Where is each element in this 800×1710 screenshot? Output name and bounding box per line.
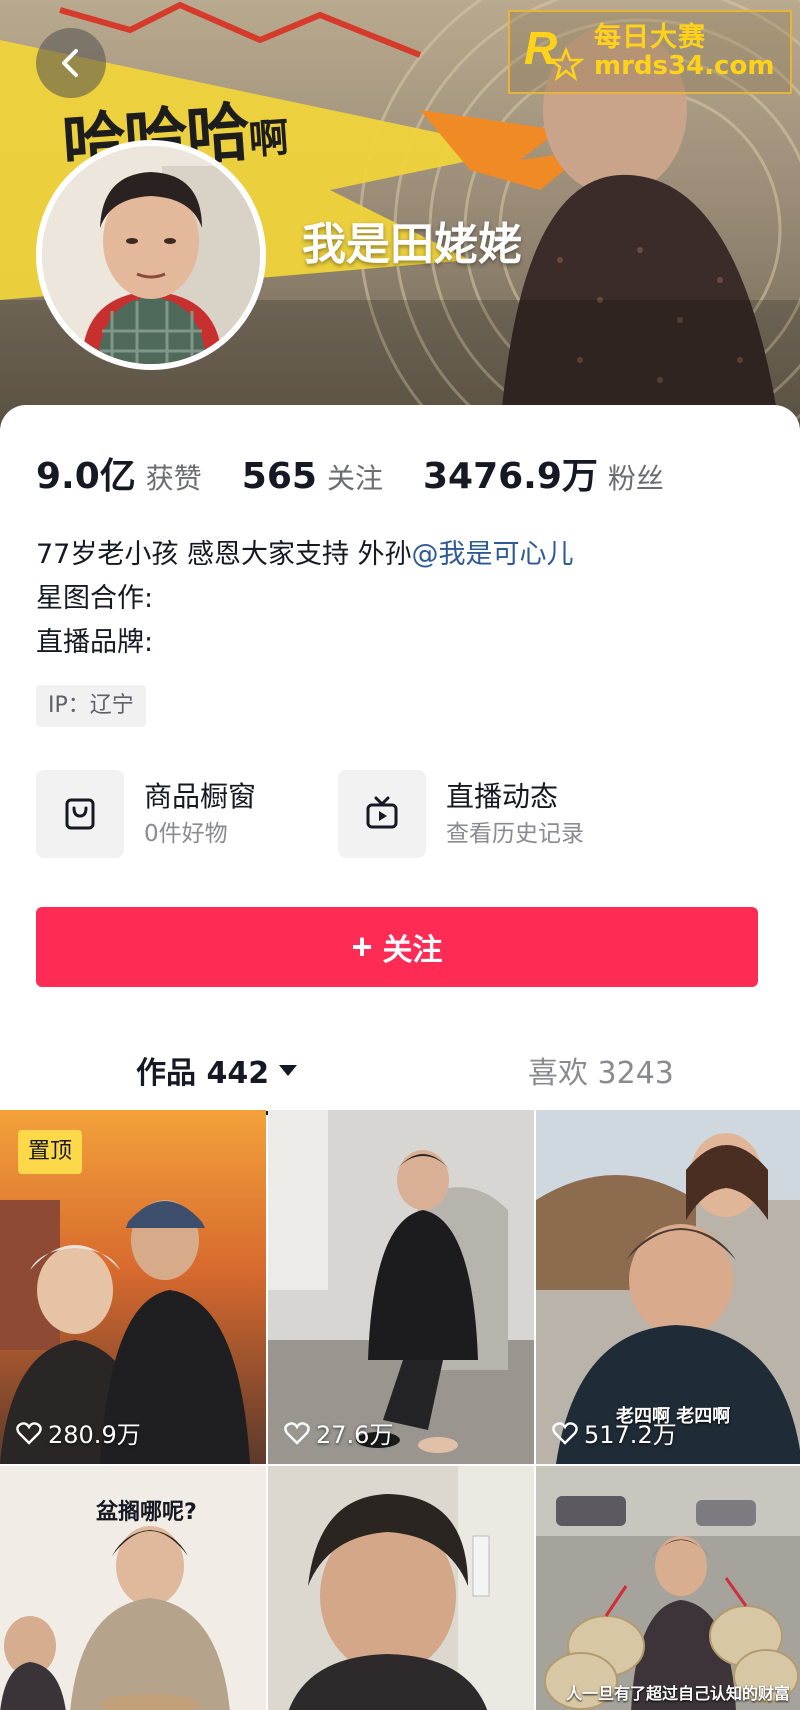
feature-icon-box bbox=[338, 770, 426, 858]
video-thumbnail[interactable]: 27.6万 bbox=[268, 1110, 534, 1464]
stat-label: 粉丝 bbox=[607, 462, 664, 495]
stat-value: 565 bbox=[241, 456, 317, 497]
content-tabs: 作品 442 喜欢 3243 bbox=[0, 1025, 800, 1115]
feature-icon-box bbox=[36, 770, 124, 858]
watermark-url: mrds34.com bbox=[594, 50, 775, 81]
tab-likes[interactable]: 喜欢 3243 bbox=[528, 1025, 674, 1115]
profile-bio: 77岁老小孩 感恩大家支持 外孙@我是可心儿 星图合作: 直播品牌: bbox=[36, 533, 574, 665]
plus-icon: + bbox=[351, 926, 373, 967]
stat-label: 关注 bbox=[326, 462, 383, 495]
video-thumbnail[interactable]: 老四啊 老四啊 517.2万 bbox=[536, 1110, 800, 1464]
profile-nickname: 我是田姥姥 bbox=[302, 219, 522, 270]
profile-banner: 哈哈哈啊 R 每日大赛 mrds34.com bbox=[0, 0, 800, 430]
bio-line: 直播品牌: bbox=[36, 627, 154, 658]
chevron-left-icon bbox=[62, 49, 78, 77]
feature-title: 直播动态 bbox=[446, 780, 559, 813]
ip-location-tag: IP：辽宁 bbox=[36, 685, 146, 727]
stat-label: 获赞 bbox=[145, 462, 202, 495]
bio-text: 77岁老小孩 感恩大家支持 外孙 bbox=[36, 539, 412, 570]
caret-down-icon bbox=[279, 1064, 298, 1076]
video-cover-image bbox=[268, 1110, 534, 1464]
watermark-title: 每日大赛 bbox=[594, 22, 706, 54]
video-overlay-caption: 盆搁哪呢? bbox=[96, 1500, 197, 1525]
tab-likes-label: 喜欢 3243 bbox=[528, 1056, 674, 1091]
follow-button-label: 关注 bbox=[382, 934, 443, 967]
video-overlay-text: 人一旦有了超过自己认知的财富 bbox=[566, 1684, 791, 1703]
heart-icon bbox=[284, 1421, 310, 1445]
watermark: R 每日大赛 mrds34.com bbox=[508, 10, 792, 94]
video-like-count: 27.6万 bbox=[284, 1415, 393, 1450]
bio-line: 星图合作: bbox=[36, 583, 154, 614]
feature-subtitle: 查看历史记录 bbox=[446, 821, 584, 847]
profile-stats: 9.0亿 获赞 565 关注 3476.9万 粉丝 bbox=[36, 447, 704, 499]
video-like-count: 280.9万 bbox=[16, 1415, 141, 1450]
feature-shop-window[interactable]: 商品橱窗 0件好物 bbox=[36, 770, 256, 858]
video-thumbnail[interactable]: 盆搁哪呢? bbox=[0, 1466, 266, 1710]
bio-line: 77岁老小孩 感恩大家支持 外孙@我是可心儿 bbox=[36, 533, 574, 577]
svg-text:R: R bbox=[524, 22, 557, 74]
follow-button[interactable]: + 关注 bbox=[36, 907, 758, 987]
tv-icon bbox=[366, 796, 398, 829]
stat-likes[interactable]: 9.0亿 获赞 bbox=[36, 447, 202, 499]
avatar-image bbox=[42, 146, 260, 364]
video-thumbnail[interactable] bbox=[268, 1466, 534, 1710]
tab-works[interactable]: 作品 442 bbox=[136, 1025, 298, 1115]
avatar[interactable] bbox=[36, 140, 266, 370]
tab-works-label: 作品 442 bbox=[136, 1056, 270, 1091]
back-button[interactable] bbox=[36, 28, 106, 98]
feature-subtitle: 0件好物 bbox=[144, 821, 228, 847]
heart-icon bbox=[16, 1421, 42, 1445]
stat-following[interactable]: 565 关注 bbox=[242, 456, 383, 497]
shopping-bag-icon bbox=[65, 798, 95, 830]
feature-live-history[interactable]: 直播动态 查看历史记录 bbox=[338, 770, 584, 858]
feature-title: 商品橱窗 bbox=[144, 780, 257, 813]
heart-icon bbox=[552, 1421, 578, 1445]
stat-value: 9.0亿 bbox=[36, 456, 136, 497]
video-cover-image bbox=[536, 1466, 800, 1710]
watermark-logo-icon: R bbox=[524, 22, 584, 82]
video-thumbnail[interactable]: 置顶 280.9万 bbox=[0, 1110, 266, 1464]
video-grid: 置顶 280.9万 27.6万 老四啊 老四啊 517.2万 盆搁哪呢? 人一旦… bbox=[0, 1110, 800, 1710]
video-thumbnail[interactable]: 人一旦有了超过自己认知的财富 bbox=[536, 1466, 800, 1710]
video-cover-image bbox=[268, 1466, 534, 1710]
stat-value: 3476.9万 bbox=[422, 456, 598, 497]
video-like-count: 517.2万 bbox=[552, 1415, 677, 1450]
pinned-badge: 置顶 bbox=[18, 1130, 83, 1174]
bio-mention-link[interactable]: @我是可心儿 bbox=[412, 539, 574, 570]
stat-followers[interactable]: 3476.9万 粉丝 bbox=[423, 447, 664, 499]
